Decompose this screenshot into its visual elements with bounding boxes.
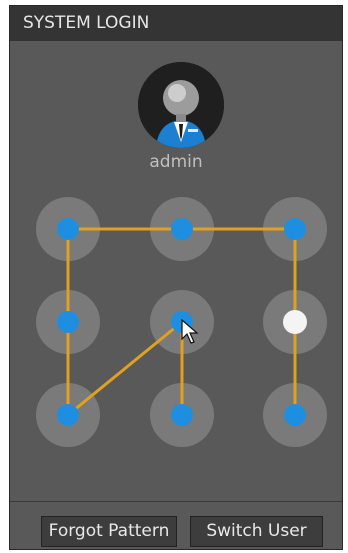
switch-user-button[interactable]: Switch User: [190, 516, 323, 547]
forgot-pattern-button[interactable]: Forgot Pattern: [41, 516, 177, 547]
pattern-node-4[interactable]: [57, 311, 79, 333]
footer-divider: [10, 501, 342, 502]
pattern-node-2[interactable]: [171, 218, 193, 240]
mouse-cursor-icon: [181, 319, 199, 344]
pattern-node-1[interactable]: [57, 218, 79, 240]
pattern-lock-grid[interactable]: [10, 6, 344, 551]
login-window: SYSTEM LOGIN admin Forgot Pattern Switch…: [9, 5, 343, 550]
pattern-node-3[interactable]: [284, 218, 306, 240]
pattern-node-6[interactable]: [283, 310, 307, 334]
pattern-node-9[interactable]: [284, 404, 306, 426]
pattern-node-8[interactable]: [171, 404, 193, 426]
pattern-node-7[interactable]: [57, 404, 79, 426]
